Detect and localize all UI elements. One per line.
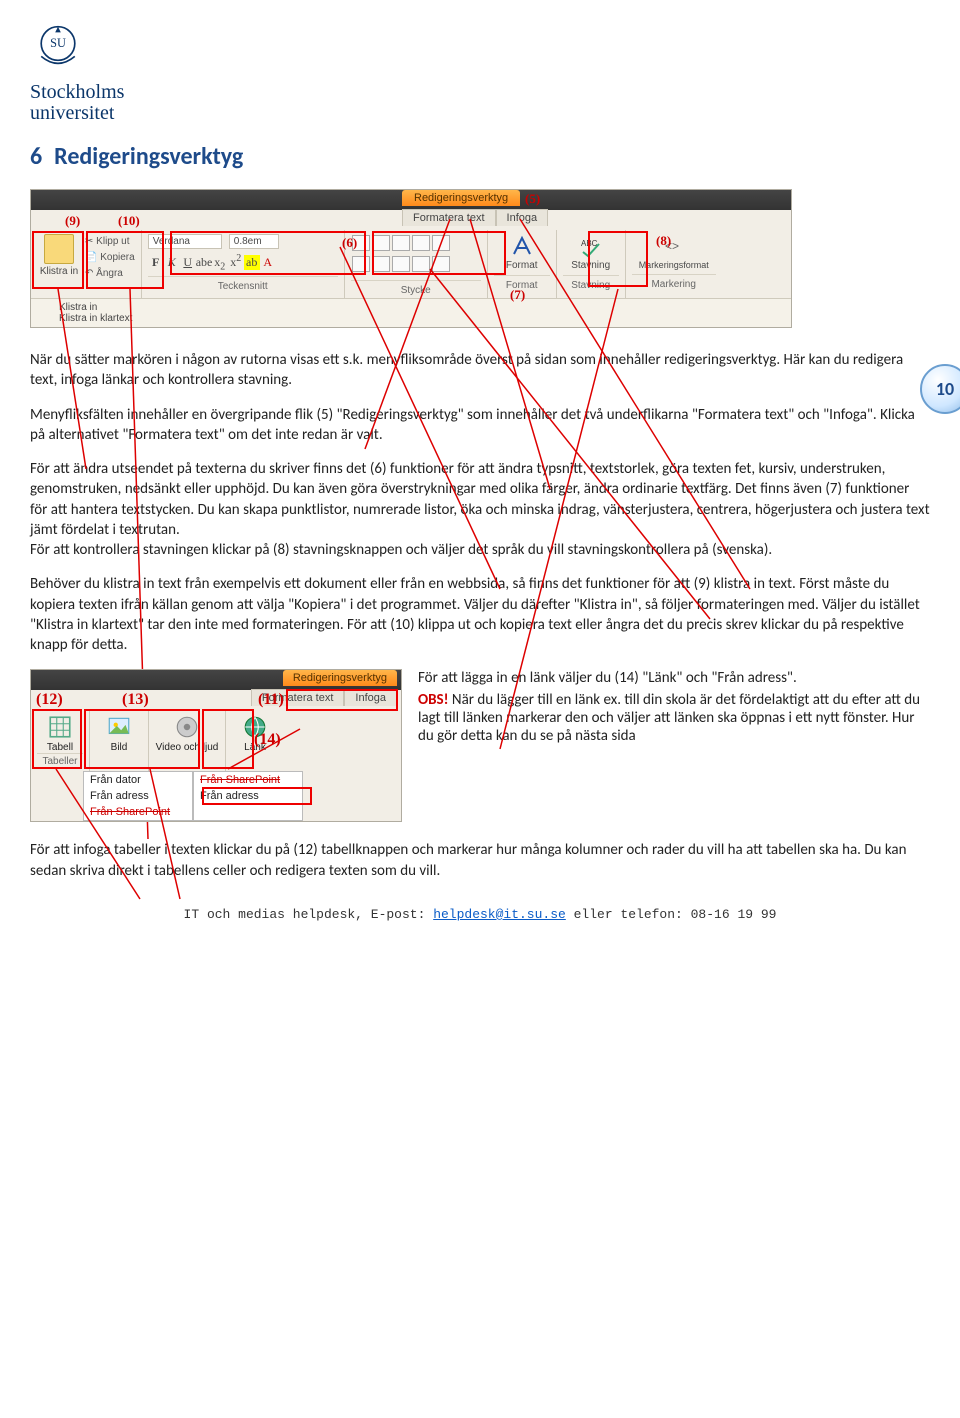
tab-infoga-2[interactable]: Infoga bbox=[344, 689, 397, 706]
section-number: 6 bbox=[30, 142, 42, 171]
paragraph-2: Menyfliksfälten innehåller en övergripan… bbox=[30, 405, 930, 446]
bild-dropdown[interactable]: Från dator Från adress Från SharePoint bbox=[83, 771, 193, 821]
lank-button[interactable]: Länk bbox=[226, 710, 284, 771]
contextual-tab-label-2: Redigeringsverktyg bbox=[283, 670, 397, 686]
section-title-text: Redigeringsverktyg bbox=[54, 142, 243, 171]
lank-fran-sharepoint[interactable]: Från SharePoint bbox=[194, 772, 302, 788]
page-footer: IT och medias helpdesk, E-post: helpdesk… bbox=[30, 907, 930, 922]
group-stycke-label: Stycke bbox=[351, 280, 481, 296]
clipboard-icon bbox=[44, 234, 74, 264]
picture-icon bbox=[106, 714, 132, 740]
side-paragraph-b: OBS! När du lägger till en länk ex. till… bbox=[418, 691, 930, 745]
logo-line1: Stockholms bbox=[30, 82, 930, 103]
obs-label: OBS! bbox=[418, 691, 449, 709]
font-size-select[interactable]: 0.8em bbox=[229, 234, 279, 249]
paste-label: Klistra in bbox=[37, 266, 81, 277]
paragraph-4: Behöver du klistra in text från exempelv… bbox=[30, 574, 930, 655]
tabell-button[interactable]: Tabell Tabeller bbox=[31, 710, 90, 771]
ribbon-screenshot-2: Redigeringsverktyg Formatera textInfoga … bbox=[30, 669, 402, 822]
tab-formatera-text-2[interactable]: Formatera text bbox=[251, 689, 345, 706]
svg-text:ABC: ABC bbox=[581, 239, 598, 248]
abc-check-icon: ABC bbox=[579, 234, 603, 258]
format-icon bbox=[510, 234, 534, 258]
video-icon bbox=[174, 714, 200, 740]
paragraph-1: När du sätter markören i någon av rutorn… bbox=[30, 350, 930, 391]
side-paragraph-a: För att lägga in en länk väljer du (14) … bbox=[418, 669, 930, 687]
cut-button[interactable]: ✂ Klipp ut bbox=[85, 234, 135, 250]
markup-format-button[interactable]: <> Markeringsformat Markering bbox=[626, 230, 722, 298]
footer-email-link[interactable]: helpdesk@it.su.se bbox=[433, 907, 566, 922]
paragraph-3: För att ändra utseendet på texterna du s… bbox=[30, 459, 930, 560]
markup-icon: <> bbox=[662, 234, 686, 258]
logo-emblem-icon: SU bbox=[30, 20, 86, 76]
logo-line2: universitet bbox=[30, 103, 930, 124]
spelling-button[interactable]: ABC Stavning Stavning bbox=[557, 230, 626, 298]
lank-dropdown[interactable]: Från SharePoint Från adress bbox=[193, 771, 303, 821]
svg-text:<>: <> bbox=[665, 239, 679, 253]
ribbon-screenshot-1: Redigeringsverktyg Formatera textInfoga … bbox=[30, 189, 792, 328]
group-teckensnitt-label: Teckensnitt bbox=[148, 276, 338, 292]
section-heading: 6 Redigeringsverktyg bbox=[30, 142, 930, 171]
tab-formatera-text[interactable]: Formatera text bbox=[402, 209, 496, 226]
bild-fran-dator[interactable]: Från dator bbox=[84, 772, 192, 788]
table-icon bbox=[47, 714, 73, 740]
paste-option-1[interactable]: Klistra in bbox=[59, 302, 791, 313]
format-button[interactable]: Format Format bbox=[488, 230, 557, 298]
lank-fran-adress[interactable]: Från adress bbox=[194, 788, 302, 804]
font-style-buttons[interactable]: FKUabex2x2abA bbox=[148, 253, 338, 272]
paste-option-2[interactable]: Klistra in klartext bbox=[59, 313, 791, 324]
bild-fran-adress[interactable]: Från adress bbox=[84, 788, 192, 804]
paragraph-5: För att infoga tabeller i texten klickar… bbox=[30, 840, 930, 881]
university-logo: SU Stockholms universitet bbox=[30, 20, 930, 124]
video-button[interactable]: Video och ljud bbox=[149, 710, 226, 771]
contextual-tab-label: Redigeringsverktyg bbox=[402, 190, 520, 206]
tab-infoga[interactable]: Infoga bbox=[496, 209, 549, 226]
bild-fran-sharepoint[interactable]: Från SharePoint bbox=[84, 804, 192, 820]
link-icon bbox=[242, 714, 268, 740]
paste-button[interactable]: Klistra in bbox=[37, 234, 81, 296]
svg-text:SU: SU bbox=[50, 36, 66, 50]
paragraph-buttons[interactable] bbox=[351, 234, 481, 276]
undo-button[interactable]: ↶ Ångra bbox=[85, 266, 135, 282]
copy-button[interactable]: 📄 Kopiera bbox=[85, 250, 135, 266]
font-name-select[interactable]: Verdana bbox=[148, 234, 222, 249]
bild-button[interactable]: Bild bbox=[90, 710, 149, 771]
